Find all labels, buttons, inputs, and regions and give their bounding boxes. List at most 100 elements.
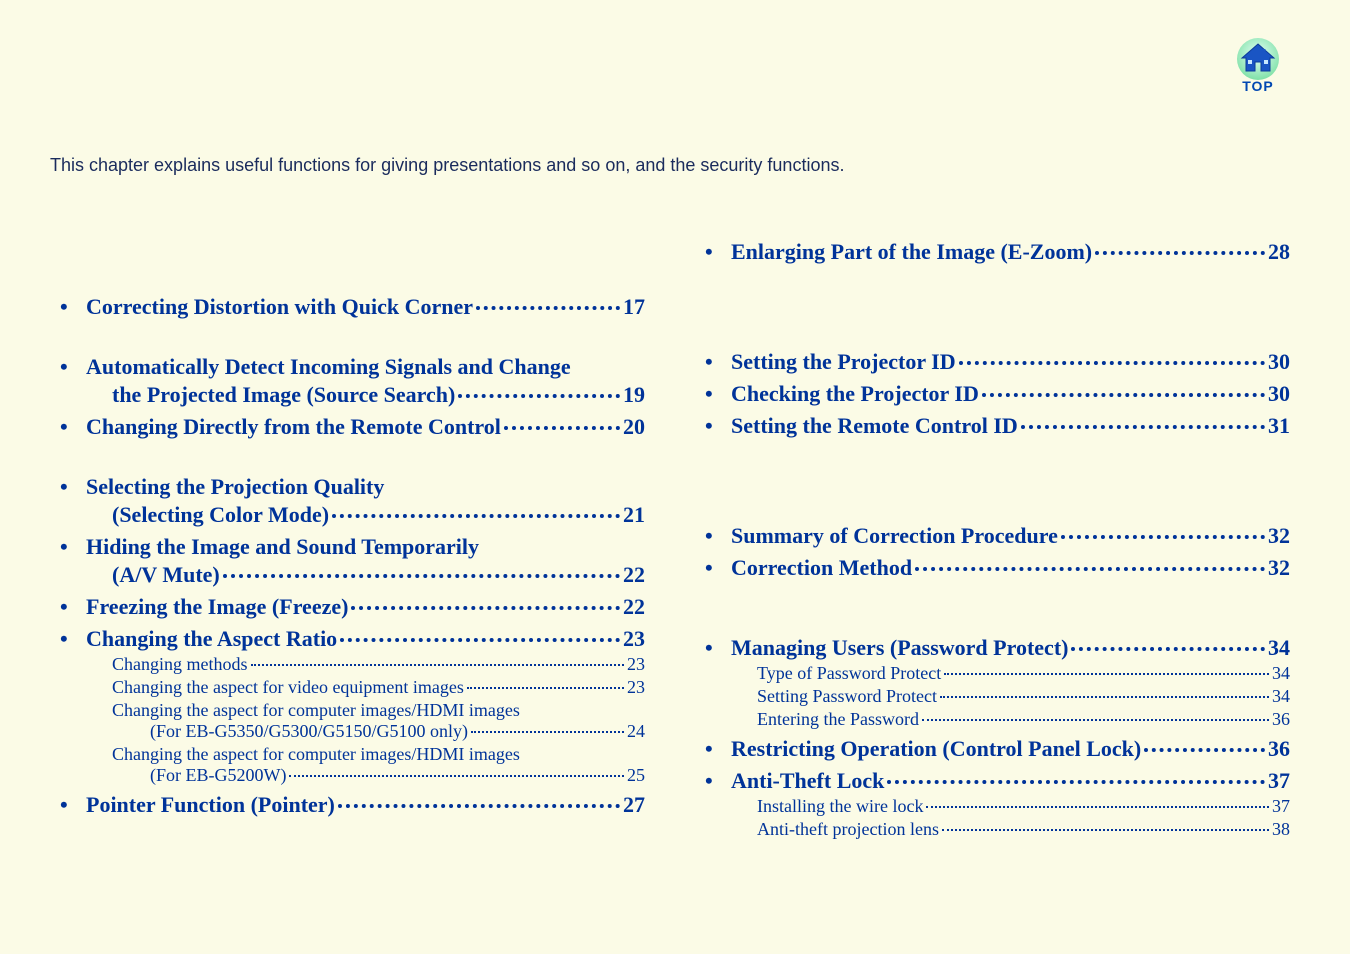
toc-label: the Projected Image (Source Search)	[112, 382, 455, 408]
toc-label: Changing the aspect for video equipment …	[112, 677, 464, 698]
toc-label: Changing methods	[112, 654, 248, 675]
toc-label: Setting Password Protect	[757, 686, 937, 707]
toc-label: Restricting Operation (Control Panel Loc…	[731, 736, 1141, 762]
toc-page: 22	[623, 562, 645, 588]
toc-leader	[944, 673, 1269, 675]
toc-label: Correcting Distortion with Quick Corner	[86, 294, 473, 320]
toc-page: 37	[1272, 796, 1290, 817]
toc-link[interactable]: • Enlarging Part of the Image (E-Zoom) 2…	[705, 239, 1290, 265]
toc-label: Checking the Projector ID	[731, 381, 979, 407]
toc-label: Entering the Password	[757, 709, 919, 730]
toc-label: Managing Users (Password Protect)	[731, 635, 1068, 661]
toc-leader	[504, 426, 620, 430]
toc-link[interactable]: • Freezing the Image (Freeze) 22	[60, 594, 645, 620]
toc-leader	[467, 687, 624, 689]
toc-label: Setting the Projector ID	[731, 349, 956, 375]
toc-page: 37	[1268, 768, 1290, 794]
toc-page: 31	[1268, 413, 1290, 439]
toc-label: Anti-theft projection lens	[757, 819, 939, 840]
toc-link[interactable]: • Anti-Theft Lock 37	[705, 768, 1290, 794]
toc-right-column: • Enlarging Part of the Image (E-Zoom) 2…	[705, 230, 1290, 840]
toc-label: (A/V Mute)	[112, 562, 220, 588]
toc-link[interactable]: • Changing Directly from the Remote Cont…	[60, 414, 645, 440]
toc-label: Changing the aspect for computer images/…	[112, 744, 520, 765]
toc-page: 21	[623, 502, 645, 528]
toc-page: 25	[627, 765, 645, 786]
top-nav-icon[interactable]: TOP	[1226, 30, 1290, 94]
house-icon	[1233, 38, 1283, 80]
toc-link[interactable]: • Restricting Operation (Control Panel L…	[705, 736, 1290, 762]
toc-label: Summary of Correction Procedure	[731, 523, 1058, 549]
toc-sub-link[interactable]: Changing the aspect for computer images/…	[60, 744, 645, 765]
toc-label: Pointer Function (Pointer)	[86, 792, 335, 818]
toc-page: 27	[623, 792, 645, 818]
toc-leader	[1061, 535, 1265, 539]
toc-leader	[959, 361, 1265, 365]
top-nav-label: TOP	[1242, 78, 1274, 94]
toc-label: Setting the Remote Control ID	[731, 413, 1018, 439]
toc-label: Automatically Detect Incoming Signals an…	[86, 354, 571, 380]
toc-label: Changing Directly from the Remote Contro…	[86, 414, 501, 440]
toc-page: 36	[1272, 709, 1290, 730]
toc-sub-link[interactable]: Anti-theft projection lens 38	[705, 819, 1290, 840]
toc-leader	[926, 806, 1269, 808]
toc-page: 19	[623, 382, 645, 408]
toc-label: Anti-Theft Lock	[731, 768, 884, 794]
toc-leader	[922, 719, 1269, 721]
toc-link[interactable]: • Correcting Distortion with Quick Corne…	[60, 294, 645, 320]
toc-leader	[338, 804, 620, 808]
toc-label: (Selecting Color Mode)	[112, 502, 329, 528]
toc-page: 36	[1268, 736, 1290, 762]
toc-sub-link[interactable]: Entering the Password 36	[705, 709, 1290, 730]
toc-link[interactable]: • Pointer Function (Pointer) 27	[60, 792, 645, 818]
toc-link[interactable]: • Correction Method 32	[705, 555, 1290, 581]
toc-link[interactable]: • Changing the Aspect Ratio 23	[60, 626, 645, 652]
toc-sub-link[interactable]: Changing the aspect for video equipment …	[60, 677, 645, 698]
toc-label: (For EB-G5200W)	[150, 765, 286, 786]
toc-sub-link[interactable]: Changing methods 23	[60, 654, 645, 675]
toc-sub-link[interactable]: Setting Password Protect 34	[705, 686, 1290, 707]
toc-leader	[887, 780, 1265, 784]
toc-label: Type of Password Protect	[757, 663, 941, 684]
toc-page: 34	[1268, 635, 1290, 661]
toc-sub-link[interactable]: Installing the wire lock 37	[705, 796, 1290, 817]
toc-left-column: • Correcting Distortion with Quick Corne…	[60, 230, 645, 840]
toc-sub-link-cont[interactable]: (For EB-G5350/G5300/G5150/G5100 only) 24	[60, 721, 645, 742]
toc-label: Hiding the Image and Sound Temporarily	[86, 534, 479, 560]
toc-page: 24	[627, 721, 645, 742]
toc-label: Correction Method	[731, 555, 912, 581]
toc-label: Freezing the Image (Freeze)	[86, 594, 348, 620]
toc-link[interactable]: • Summary of Correction Procedure 32	[705, 523, 1290, 549]
toc-leader	[332, 514, 620, 518]
toc-page: 23	[627, 677, 645, 698]
toc-leader	[351, 606, 620, 610]
toc-page: 32	[1268, 555, 1290, 581]
toc-page: 34	[1272, 663, 1290, 684]
toc-leader	[942, 829, 1269, 831]
toc-link-cont[interactable]: (Selecting Color Mode) 21	[60, 502, 645, 528]
toc-page: 30	[1268, 381, 1290, 407]
toc-leader	[251, 664, 625, 666]
toc-page: 28	[1268, 239, 1290, 265]
toc-link-cont[interactable]: (A/V Mute) 22	[60, 562, 645, 588]
toc-label: Changing the aspect for computer images/…	[112, 700, 520, 721]
toc-leader	[458, 394, 620, 398]
toc-leader	[1095, 251, 1265, 255]
toc-leader	[289, 775, 624, 777]
toc-link[interactable]: • Selecting the Projection Quality	[60, 474, 645, 500]
toc-link[interactable]: • Setting the Projector ID 30	[705, 349, 1290, 375]
toc-page: 17	[623, 294, 645, 320]
toc-leader	[1021, 425, 1265, 429]
toc-label: (For EB-G5350/G5300/G5150/G5100 only)	[150, 721, 468, 742]
toc-link[interactable]: • Managing Users (Password Protect) 34	[705, 635, 1290, 661]
toc-link[interactable]: • Setting the Remote Control ID 31	[705, 413, 1290, 439]
toc-link-cont[interactable]: the Projected Image (Source Search) 19	[60, 382, 645, 408]
toc-page: 32	[1268, 523, 1290, 549]
toc-sub-link-cont[interactable]: (For EB-G5200W) 25	[60, 765, 645, 786]
toc-sub-link[interactable]: Changing the aspect for computer images/…	[60, 700, 645, 721]
toc-leader	[1144, 748, 1265, 752]
toc-sub-link[interactable]: Type of Password Protect 34	[705, 663, 1290, 684]
toc-link[interactable]: • Checking the Projector ID 30	[705, 381, 1290, 407]
toc-link[interactable]: • Hiding the Image and Sound Temporarily	[60, 534, 645, 560]
toc-link[interactable]: • Automatically Detect Incoming Signals …	[60, 354, 645, 380]
